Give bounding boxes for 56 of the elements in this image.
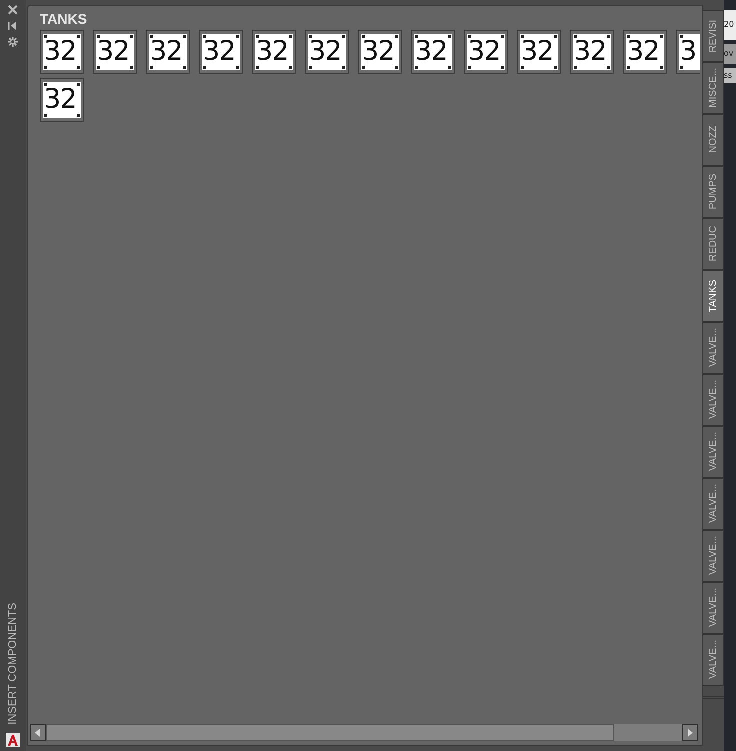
scroll-right-button[interactable] (682, 724, 698, 741)
palette-tab[interactable]: VALVE... (703, 374, 724, 426)
palette-tab[interactable]: REVISI (703, 10, 724, 62)
palette-tab[interactable]: VALVE... (703, 530, 724, 582)
tool-label: 32 (203, 37, 236, 67)
tool-label: 32 (574, 37, 606, 67)
settings-icon[interactable] (8, 37, 18, 47)
palette-tab[interactable]: VALVE... (703, 426, 724, 478)
tool-tile[interactable]: 32 (411, 30, 455, 74)
scroll-left-button[interactable] (30, 724, 46, 741)
tool-tile[interactable]: 32 (305, 30, 349, 74)
tool-tile[interactable]: 32 (464, 30, 508, 74)
tool-tile[interactable]: 3 (676, 30, 700, 74)
palette-tab[interactable]: VALVE... (703, 478, 724, 530)
tool-tile[interactable]: 32 (40, 30, 84, 74)
background-text: ov (724, 44, 736, 64)
tool-tile[interactable]: 32 (358, 30, 402, 74)
tool-label: 32 (415, 37, 448, 67)
pin-icon[interactable] (8, 21, 18, 31)
tool-tile[interactable]: 32 (252, 30, 296, 74)
palette-tab[interactable]: PUMPS (703, 166, 724, 218)
left-arrow-icon (34, 728, 42, 738)
tool-label: 32 (468, 37, 500, 67)
palette-tab[interactable]: TANKS (703, 270, 724, 322)
palette-tab[interactable]: MISCE... (703, 62, 724, 114)
scrollbar-thumb[interactable] (46, 724, 614, 741)
tool-tile[interactable]: 32 (146, 30, 190, 74)
palette-tab[interactable]: VALVE... (703, 322, 724, 374)
background-text: 20 (724, 10, 736, 40)
palette-tab[interactable]: VALVE... (703, 634, 724, 686)
tab-title: TANKS (40, 11, 88, 27)
palette-tab[interactable]: VALVE... (703, 582, 724, 634)
tool-tile[interactable]: 32 (93, 30, 137, 74)
tool-label: 32 (627, 37, 660, 67)
palette-name: INSERT COMPONENTS (7, 603, 19, 725)
tool-label: 32 (521, 37, 554, 67)
palette-tab[interactable]: NOZZ (703, 114, 724, 166)
tool-label: 3 (680, 37, 696, 67)
tool-label: 32 (150, 37, 182, 67)
horizontal-scrollbar[interactable] (30, 724, 698, 741)
tool-label: 32 (362, 37, 394, 67)
tool-label: 32 (256, 37, 288, 67)
tool-tile[interactable]: 32 (517, 30, 561, 74)
tool-label: 32 (97, 37, 130, 67)
right-arrow-icon (686, 728, 694, 738)
app-logo-icon[interactable] (6, 733, 20, 747)
tool-tile[interactable]: 32 (40, 78, 84, 122)
tool-tile[interactable]: 32 (623, 30, 667, 74)
tool-label: 32 (44, 37, 76, 67)
palette-tab[interactable]: REDUC (703, 218, 724, 270)
tool-label: 32 (309, 37, 342, 67)
close-icon[interactable] (8, 5, 18, 15)
tool-tile[interactable]: 32 (199, 30, 243, 74)
tool-label: 32 (44, 85, 76, 115)
background-text: ss (724, 68, 736, 83)
tool-tile[interactable]: 32 (570, 30, 614, 74)
